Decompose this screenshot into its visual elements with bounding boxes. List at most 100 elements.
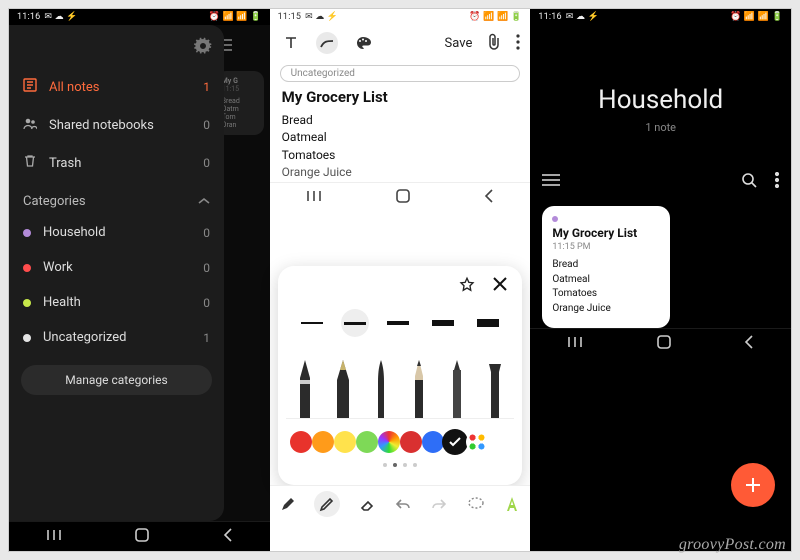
note-card-line: Orange Juice (552, 302, 660, 317)
note-line: Oatmeal (282, 129, 519, 146)
category-subtitle: 1 note (530, 121, 791, 134)
categories-header[interactable]: Categories (17, 182, 216, 215)
status-time: 11:16 (538, 12, 561, 22)
note-card-line: Oatmeal (552, 273, 660, 288)
pen-tip-option[interactable] (292, 360, 318, 418)
close-icon[interactable] (492, 276, 508, 297)
back-button[interactable] (222, 528, 234, 545)
color-swatch[interactable] (290, 431, 312, 453)
recents-button[interactable] (566, 335, 584, 352)
highlighter-icon[interactable] (314, 491, 340, 517)
recents-button[interactable] (305, 189, 323, 206)
color-swatch[interactable] (312, 431, 334, 453)
stroke-option[interactable] (382, 316, 414, 330)
category-count: 0 (203, 296, 210, 310)
text-tool-button[interactable] (280, 32, 302, 54)
color-swatch[interactable] (422, 431, 444, 453)
editor-top-toolbar: Save (270, 25, 531, 61)
back-button[interactable] (483, 189, 495, 206)
category-dot-icon (23, 229, 31, 237)
stroke-option[interactable] (427, 316, 459, 330)
status-time: 11:16 (17, 12, 40, 22)
category-dot-icon (23, 299, 31, 307)
stroke-option[interactable] (341, 309, 369, 337)
recents-button[interactable] (45, 528, 63, 545)
pen-tip-option[interactable] (330, 360, 356, 418)
pen-icon[interactable] (278, 494, 298, 514)
note-document[interactable]: My Grocery List Bread Oatmeal Tomatoes O… (270, 88, 531, 182)
editor-bottom-toolbar (270, 485, 531, 521)
more-icon[interactable] (775, 172, 779, 191)
nav-label: All notes (49, 80, 99, 95)
category-household[interactable]: Household 0 (17, 215, 216, 250)
save-button[interactable]: Save (445, 36, 473, 51)
category-title: Household (530, 85, 791, 115)
eraser-icon[interactable] (357, 494, 377, 514)
redo-icon[interactable] (429, 494, 449, 514)
nav-all-notes[interactable]: All notes 1 (17, 68, 216, 106)
color-picker-icon[interactable] (378, 431, 400, 453)
nav-shared[interactable]: Shared notebooks 0 (17, 106, 216, 144)
category-dot-icon (23, 334, 31, 342)
note-line: Orange Juice (282, 164, 519, 181)
sidebar-panel: All notes 1 Shared notebooks 0 Trash (9, 25, 224, 521)
category-dot-icon (23, 264, 31, 272)
category-chip[interactable]: Uncategorized (280, 65, 521, 82)
favorite-icon[interactable] (458, 276, 476, 297)
color-swatch[interactable] (356, 431, 378, 453)
stroke-option[interactable] (472, 316, 504, 330)
add-note-fab[interactable] (731, 463, 775, 507)
nav-count: 1 (203, 80, 210, 94)
phone-3-category-screen: 11:16✉ ☁ ⚡ ⏰ 📶 📶 🔋 Household 1 note My G… (530, 9, 791, 551)
nav-trash[interactable]: Trash 0 (17, 144, 216, 182)
list-toolbar (530, 164, 791, 198)
status-bar: 11:16✉ ☁ ⚡ ⏰ 📶 📶 🔋 (530, 9, 791, 25)
category-work[interactable]: Work 0 (17, 250, 216, 285)
more-icon[interactable] (516, 34, 520, 53)
category-uncategorized[interactable]: Uncategorized 1 (17, 320, 216, 355)
category-health[interactable]: Health 0 (17, 285, 216, 320)
category-header: Household 1 note (530, 25, 791, 164)
home-button[interactable] (656, 334, 672, 353)
chevron-up-icon (198, 194, 210, 209)
note-card-time: 11:15 PM (552, 242, 660, 252)
note-line: Tomatoes (282, 147, 519, 164)
trash-icon (23, 154, 37, 172)
manage-categories-label: Manage categories (65, 373, 167, 387)
category-count: 0 (203, 261, 210, 275)
color-swatch[interactable] (400, 431, 422, 453)
android-navbar (530, 328, 791, 358)
color-swatch-selected[interactable] (444, 431, 466, 453)
android-navbar (270, 182, 531, 212)
pen-tip-option[interactable] (406, 360, 432, 418)
note-title: My Grocery List (282, 88, 519, 106)
note-card[interactable]: My Grocery List 11:15 PM Bread Oatmeal T… (542, 206, 670, 328)
category-label: Household (43, 225, 106, 240)
note-card-line: Bread (552, 258, 660, 273)
color-swatch[interactable] (334, 431, 356, 453)
pen-tip-option[interactable] (482, 360, 508, 418)
pen-tip-option[interactable] (444, 360, 470, 418)
stroke-option[interactable] (296, 316, 328, 330)
color-more-icon[interactable] (466, 431, 488, 453)
palette-tool-button[interactable] (352, 32, 374, 54)
back-button[interactable] (743, 335, 755, 352)
status-time: 11:15 (278, 12, 301, 22)
home-button[interactable] (395, 188, 411, 207)
home-button[interactable] (134, 527, 150, 546)
attachment-icon[interactable] (486, 33, 502, 54)
page-indicator (286, 463, 515, 467)
search-icon[interactable] (741, 172, 757, 191)
phone-1-sidebar-screen: 11:16✉ ☁ ⚡ ⏰ 📶 📶 🔋 My G 11:15 Bread Oatm… (9, 9, 270, 551)
pen-tool-button[interactable] (316, 32, 338, 54)
text-style-icon[interactable] (502, 494, 522, 514)
pen-tip-option[interactable] (368, 360, 394, 418)
undo-icon[interactable] (393, 494, 413, 514)
hamburger-icon[interactable] (542, 174, 560, 189)
lasso-icon[interactable] (466, 494, 486, 514)
nav-label: Trash (49, 156, 81, 171)
gear-icon[interactable] (194, 37, 212, 58)
manage-categories-button[interactable]: Manage categories (21, 365, 212, 395)
note-card-title: My Grocery List (552, 226, 660, 240)
all-notes-icon (23, 78, 37, 96)
